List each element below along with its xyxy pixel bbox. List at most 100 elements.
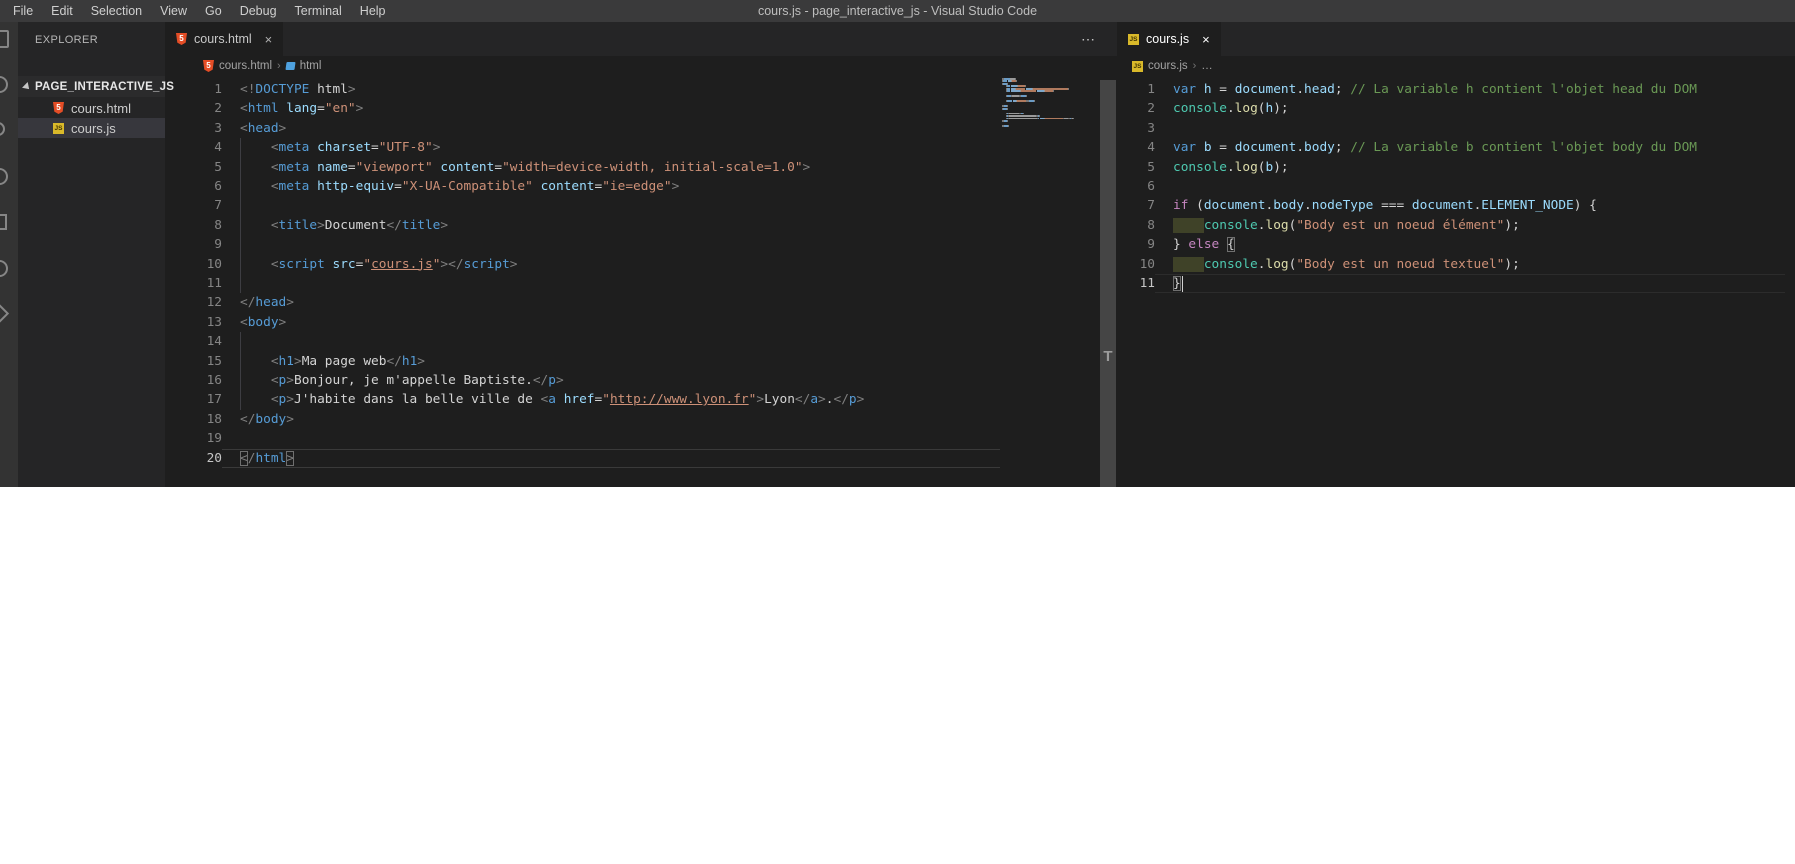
tab-cours-html[interactable]: 5 cours.html × (165, 22, 284, 56)
line-number: 4 (214, 140, 222, 156)
code-editor-cours-html[interactable]: 1 <!DOCTYPE html> 2 <html lang="en"> 3 <head>… (165, 76, 1108, 487)
line-number: 10 (206, 256, 222, 272)
line-number: 15 (206, 353, 222, 369)
tab-close-icon[interactable]: × (1202, 32, 1210, 47)
menubar: File Edit Selection View Go Debug Terminal Help (4, 0, 395, 22)
settings-icon[interactable] (0, 302, 10, 325)
code-line[interactable]: 14 (165, 332, 1108, 352)
breadcrumb-separator-icon: › (1192, 60, 1197, 72)
file-label: cours.js (71, 120, 116, 136)
line-number: 17 (206, 392, 222, 408)
code-line[interactable]: 10 console.log("Body est un noeud textue… (1108, 255, 1795, 274)
code-line[interactable]: 9 (165, 235, 1108, 255)
tab-cours-js[interactable]: JS cours.js × (1117, 22, 1221, 56)
editor-actions-more-icon[interactable]: ⋯ (1081, 22, 1096, 56)
line-number: 20 (206, 450, 222, 466)
debug-icon[interactable] (0, 168, 8, 185)
editor-group-left: 5 cours.html × ⋯ 5 cours.html › html 1 <!… (165, 22, 1108, 487)
breadcrumb-symbol[interactable]: html (300, 60, 322, 72)
source-control-icon[interactable] (0, 122, 5, 136)
titlebar: File Edit Selection View Go Debug Terminal Help… (0, 0, 1795, 22)
breadcrumb-symbol[interactable]: … (1201, 60, 1213, 72)
line-number: 12 (206, 295, 222, 311)
tab-label: cours.js (1146, 32, 1190, 46)
code-line[interactable]: 9} else { (1108, 235, 1795, 254)
line-number: 3 (214, 120, 222, 136)
code-line[interactable]: 18 </body> (165, 410, 1108, 429)
sidebar-file-cours-html[interactable]: 5 cours.html (18, 98, 165, 118)
line-number: 13 (206, 314, 222, 330)
tab-label: cours.html (194, 32, 252, 46)
code-line[interactable]: 3 (1108, 119, 1795, 138)
code-line[interactable]: 12 </head> (165, 293, 1108, 312)
line-number: 8 (214, 217, 222, 233)
js-file-icon: JS (53, 122, 64, 134)
code-line[interactable]: 11} (1108, 274, 1795, 294)
code-line[interactable]: 17 <p>J'habite dans la belle ville de <a… (165, 390, 1108, 410)
explorer-sidebar: EXPLORER PAGE_INTERACTIVE_JS 5 cours.html… (18, 22, 174, 487)
breadcrumb-left: 5 cours.html › html (165, 56, 1108, 76)
menu-go[interactable]: Go (196, 0, 231, 22)
breadcrumb-file[interactable]: cours.html (219, 60, 272, 72)
code-line[interactable]: 13 <body> (165, 313, 1108, 332)
editor-sash[interactable]: T (1100, 80, 1116, 487)
code-line[interactable]: 7 (165, 196, 1108, 216)
menu-edit[interactable]: Edit (42, 0, 82, 22)
explorer-icon[interactable] (0, 30, 9, 48)
breadcrumb-right: JS cours.js › … (1108, 56, 1795, 76)
code-line[interactable]: 4 var b = document.body; // La variable b… (1108, 138, 1795, 157)
html-file-icon: 5 (53, 102, 64, 114)
breadcrumb-separator-icon: › (277, 60, 281, 72)
tabbar-left: 5 cours.html × ⋯ (165, 22, 1108, 56)
code-line[interactable]: 19 (165, 429, 1108, 448)
extensions-icon[interactable] (0, 214, 7, 230)
code-line[interactable]: 1 var h = document.head; // La variable h… (1108, 80, 1795, 99)
account-icon[interactable] (0, 260, 8, 277)
code-line[interactable]: 8 console.log("Body est un noeud élément… (1108, 216, 1795, 235)
code-line[interactable]: 1 <!DOCTYPE html> (165, 80, 1108, 99)
tab-close-icon[interactable]: × (265, 32, 273, 47)
menu-terminal[interactable]: Terminal (286, 0, 351, 22)
tabbar-right: JS cours.js × (1108, 22, 1795, 56)
code-line[interactable]: 3 <head> (165, 119, 1108, 138)
breadcrumb-file[interactable]: cours.js (1148, 60, 1188, 72)
code-line[interactable]: 15 <h1>Ma page web</h1> (165, 351, 1108, 371)
code-line[interactable]: 6 (1108, 177, 1795, 196)
code-line[interactable]: 20 </html> (165, 448, 1108, 468)
html-file-icon: 5 (203, 60, 214, 72)
search-icon[interactable] (0, 76, 8, 93)
sash-handle-label: T (1103, 348, 1113, 365)
explorer-header: EXPLORER (35, 34, 99, 46)
activity-bar (0, 22, 18, 487)
code-line[interactable]: 10 <script src="cours.js"></script> (165, 254, 1108, 274)
menu-selection[interactable]: Selection (82, 0, 151, 22)
code-line[interactable]: 6 <meta http-equiv="X-UA-Compatible" con… (165, 177, 1108, 197)
code-line[interactable]: 11 (165, 274, 1108, 294)
menu-debug[interactable]: Debug (231, 0, 286, 22)
line-number: 6 (214, 179, 222, 194)
code-line[interactable]: 16 <p>Bonjour, je m'appelle Baptiste.</p… (165, 371, 1108, 391)
file-label: cours.html (71, 100, 131, 116)
line-number: 16 (206, 373, 222, 388)
sidebar-file-cours-js[interactable]: JS cours.js (18, 118, 165, 138)
sidebar-folder-page-interactive-js[interactable]: PAGE_INTERACTIVE_JS (18, 76, 174, 97)
folder-name: PAGE_INTERACTIVE_JS (35, 80, 175, 93)
code-line[interactable]: 2 <html lang="en"> (165, 99, 1108, 118)
line-number: 2 (214, 101, 222, 117)
line-number: 9 (214, 237, 222, 253)
empty-desktop-area (0, 487, 1795, 864)
line-number: 11 (206, 276, 222, 291)
code-line[interactable]: 5 console.log(b); (1108, 158, 1795, 177)
html-symbol-icon (285, 62, 296, 70)
code-editor-cours-js[interactable]: 1 var h = document.head; // La variable h… (1108, 76, 1795, 487)
code-line[interactable]: 4 <meta charset="UTF-8"> (165, 138, 1108, 158)
code-line[interactable]: 5 <meta name="viewport" content="width=d… (165, 157, 1108, 177)
line-number: 14 (206, 334, 222, 350)
code-line[interactable]: 2 console.log(h); (1108, 99, 1795, 118)
menu-view[interactable]: View (151, 0, 196, 22)
menu-help[interactable]: Help (351, 0, 395, 22)
menu-file[interactable]: File (4, 0, 42, 22)
code-line[interactable]: 7 if (document.body.nodeType === document… (1108, 196, 1795, 215)
code-line[interactable]: 8 <title>Document</title> (165, 215, 1108, 236)
editor-group-right: JS cours.js × JS cours.js › … 1 var h = d… (1108, 22, 1795, 487)
